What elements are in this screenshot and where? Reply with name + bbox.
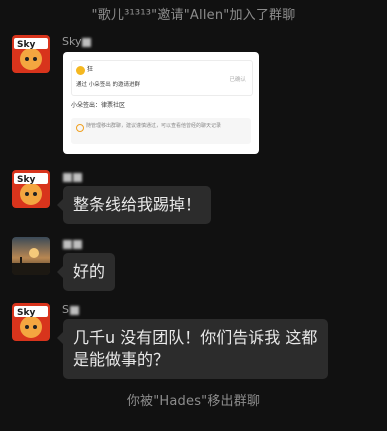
card-user-name: 狂 xyxy=(87,66,94,73)
card-invite-box: 狂 通过 小朵签出 的邀请进群 已确认 xyxy=(71,60,253,96)
message-bubble[interactable]: 好的 xyxy=(56,253,116,291)
sunset-avatar[interactable] xyxy=(12,237,50,275)
sender-name xyxy=(62,170,82,183)
sender-name: S xyxy=(62,303,79,316)
sky-avatar[interactable]: Sky xyxy=(12,303,50,341)
redacted-name-part xyxy=(73,172,82,182)
sky-game-avatar-icon: Sky xyxy=(12,170,50,208)
system-message-invite: "歌儿³¹³¹³"邀请"Allen"加入了群聊 xyxy=(91,8,296,23)
emoji-icon xyxy=(76,66,85,75)
svg-text:Sky: Sky xyxy=(17,40,35,50)
sky-avatar[interactable]: Sky xyxy=(12,35,50,73)
message-image-screenshot[interactable]: 狂 通过 小朵签出 的邀请进群 已确认 小朵签出：律票社区 随管理移出群聊，建议… xyxy=(63,52,259,154)
svg-text:Sky: Sky xyxy=(17,308,35,318)
sky-avatar[interactable]: Sky xyxy=(12,170,50,208)
sender-name: Sky xyxy=(62,35,92,48)
sky-game-avatar-icon: Sky xyxy=(12,35,50,73)
card-request-line: 通过 小朵签出 的邀请进群 xyxy=(76,82,140,88)
card-warning-box: 随管理移出群聊，建议谨慎通过，可以查看他曾经的聊天记录 xyxy=(71,118,251,144)
svg-text:Sky: Sky xyxy=(17,175,35,185)
card-status: 已确认 xyxy=(229,77,246,83)
sky-game-avatar-icon: Sky xyxy=(12,303,50,341)
redacted-name-part xyxy=(73,239,82,249)
sunset-avatar-icon xyxy=(12,237,50,275)
warning-icon xyxy=(76,124,84,132)
message-bubble[interactable]: 整条线给我踢掉！ xyxy=(56,186,212,224)
redacted-name-part xyxy=(63,172,72,182)
system-message-removed: 你被"Hades"移出群聊 xyxy=(126,394,261,409)
card-note: 小朵签出：律票社区 xyxy=(71,102,126,109)
redacted-name-part xyxy=(63,239,72,249)
message-bubble[interactable]: 几千u 没有团队！你们告诉我 这都是能做事的？ xyxy=(57,319,328,379)
redacted-name-part xyxy=(69,305,79,315)
card-warning-text: 随管理移出群聊，建议谨慎通过，可以查看他曾经的聊天记录 xyxy=(86,123,222,129)
redacted-name-part xyxy=(82,37,92,47)
sender-name xyxy=(62,237,82,250)
